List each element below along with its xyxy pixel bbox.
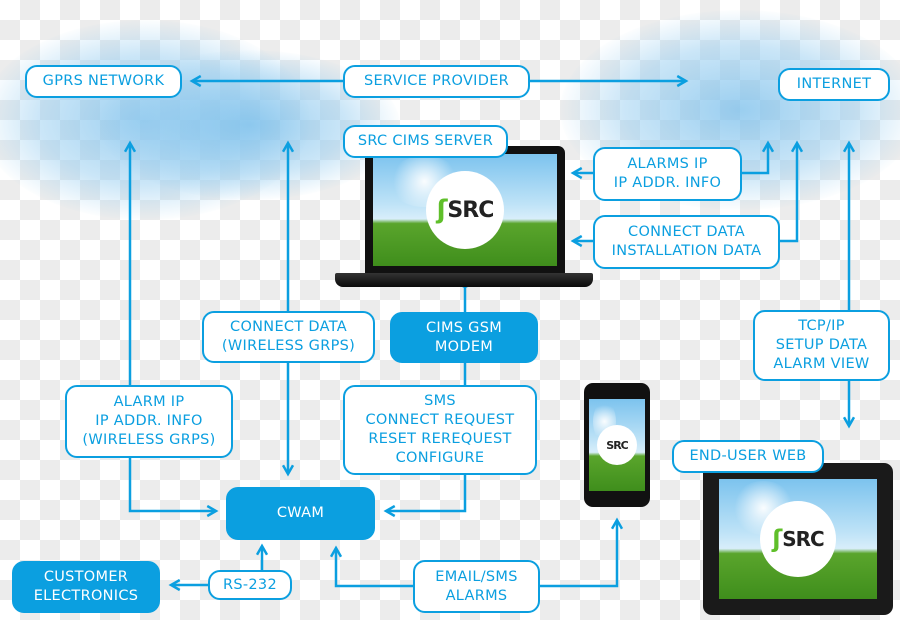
- internet-node: INTERNET: [778, 68, 890, 101]
- cims-gsm-modem-node: CIMS GSM MODEM: [390, 312, 538, 363]
- rs232-node: RS-232: [208, 570, 292, 600]
- service-provider-node: SERVICE PROVIDER: [343, 65, 530, 98]
- sms-node: SMS CONNECT REQUEST RESET REREQUEST CONF…: [343, 385, 537, 475]
- arrow-email-to-phone: [540, 517, 624, 588]
- arrow-sms-to-cwam: [383, 474, 467, 518]
- src-logo: SRC: [606, 438, 628, 452]
- src-cims-server-node: SRC CIMS SERVER: [343, 125, 508, 158]
- src-logo: SRC: [782, 527, 824, 551]
- alarms-ip-node: ALARMS IP IP ADDR. INFO: [593, 147, 742, 201]
- laptop-device: ʃ SRC: [365, 146, 565, 274]
- smartphone-device: SRC: [584, 383, 650, 507]
- arrow-install-to-internet: [780, 140, 804, 243]
- connect-data-wireless-node: CONNECT DATA (WIRELESS GRPS): [202, 311, 375, 363]
- end-user-web-node: END-USER WEB: [672, 440, 824, 473]
- connect-installation-node: CONNECT DATA INSTALLATION DATA: [593, 215, 780, 269]
- tcp-ip-node: TCP/IP SETUP DATA ALARM VIEW: [753, 310, 890, 381]
- laptop-base: [335, 273, 593, 287]
- arrow-alarms-to-internet: [742, 140, 775, 175]
- src-logo: SRC: [447, 197, 494, 223]
- gprs-network-node: GPRS NETWORK: [25, 65, 182, 98]
- tablet-device: ʃ SRC: [703, 463, 893, 615]
- alarm-ip-node: ALARM IP IP ADDR. INFO (WIRELESS GRPS): [65, 385, 233, 458]
- arrow-gprs-to-cwam: [128, 457, 219, 518]
- arrow-email-to-cwam: [329, 545, 413, 588]
- customer-electronics-node: CUSTOMER ELECTRONICS: [12, 561, 160, 613]
- email-sms-node: EMAIL/SMS ALARMS: [413, 560, 540, 613]
- cwam-node: CWAM: [226, 487, 375, 540]
